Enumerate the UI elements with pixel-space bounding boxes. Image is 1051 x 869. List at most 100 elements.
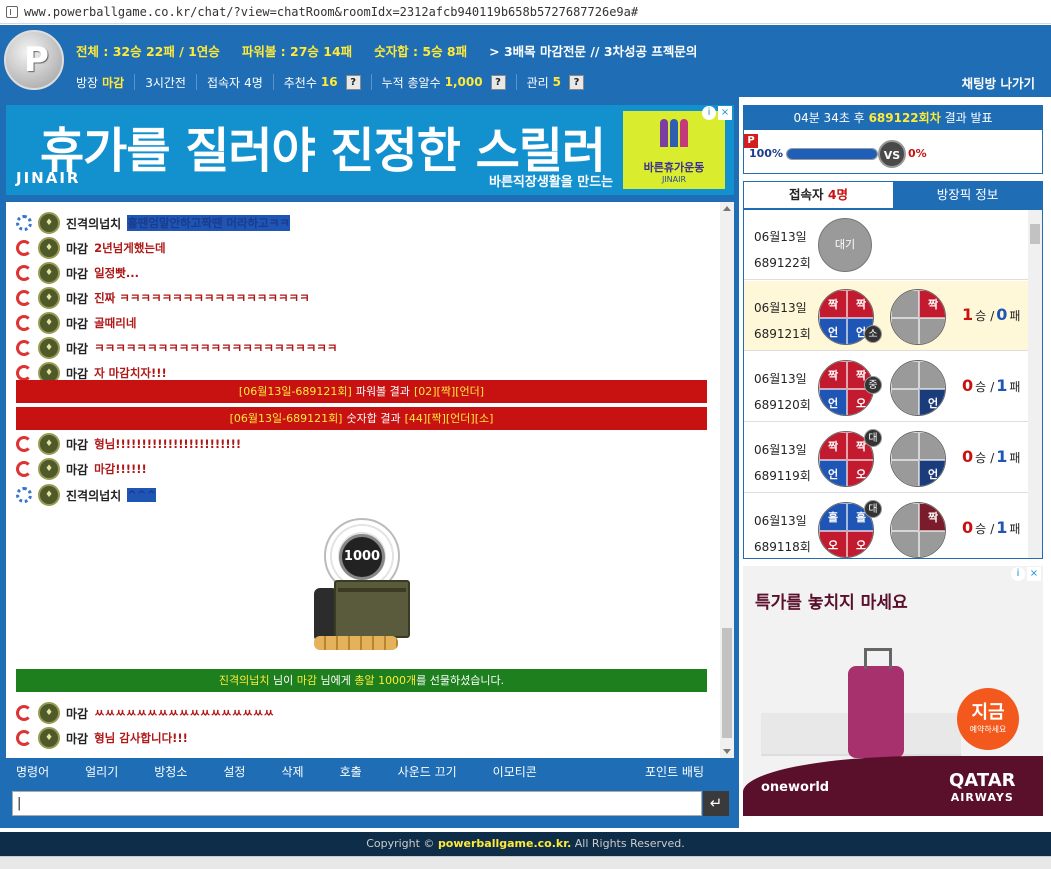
pick-losses-label: 패 [1009, 451, 1021, 465]
sum-record: 숫자합 : 5승 8패 [374, 44, 468, 59]
pick-result-cell [891, 290, 919, 318]
pick-result-cell [891, 389, 919, 415]
ammo-box-icon [334, 580, 410, 638]
chat-menu-item[interactable]: 설정 [223, 763, 245, 780]
rank-badge-icon: ♦ [38, 484, 60, 506]
chat-nick[interactable]: 마감 [66, 730, 88, 747]
people-icon [654, 119, 694, 149]
chat-message: ♦ 마감 2년넘게했는데 [16, 237, 166, 259]
pick-result-cell: 언 [919, 389, 945, 415]
chat-nick[interactable]: 마감 [66, 340, 88, 357]
pick-scroll-thumb[interactable] [1030, 224, 1040, 244]
pick-scrollbar[interactable] [1028, 210, 1042, 558]
ad-right-info-icon[interactable]: i [1011, 567, 1025, 581]
admin-level-icon [16, 461, 32, 477]
notice-number: [44] [404, 412, 428, 425]
chat-menu-item[interactable]: 호출 [340, 763, 362, 780]
chat-nick[interactable]: 진격의넙치 [66, 487, 121, 504]
pick-date-round: 689121회 [754, 327, 811, 341]
ad-campaign-box: 바른휴가운동 JINAIR [623, 111, 725, 189]
recommend-help-button[interactable]: ? [345, 74, 361, 90]
chat-nick[interactable]: 마감 [66, 436, 88, 453]
notice-body: 숫자합 결과 [346, 412, 401, 425]
ad-close-icon[interactable]: × [718, 106, 732, 120]
pick-date: 06월13일 689120회 [754, 366, 811, 418]
chat-menu-item[interactable]: 이모티콘 [493, 763, 537, 780]
pick-date-day: 06월13일 [754, 443, 807, 457]
next-result-panel: 04분 34초 후 689122회차 결과 발표 P 100% VS 0% [743, 105, 1043, 174]
chat-scrollbar[interactable] [720, 202, 734, 758]
pick-result-cell [891, 460, 919, 486]
chat-menu-item[interactable]: 방청소 [154, 763, 187, 780]
scroll-up-icon[interactable] [723, 206, 731, 211]
chat-text: 골때리네 [94, 316, 137, 330]
chat-nick[interactable]: 마감 [66, 461, 88, 478]
chat-nick[interactable]: 마감 [66, 240, 88, 257]
pick-date: 06월13일 689118회 [754, 508, 811, 558]
chat-input[interactable]: | [12, 791, 702, 816]
point-bet-button[interactable]: 포인트 배팅 [645, 763, 704, 780]
pick-row: 06월13일 689118회 홀 홀 오 오 짝 대 0 승/1 패 [744, 494, 1030, 558]
pick-circle-result: 언 [890, 431, 946, 487]
chat-text: 마감!!!!!! [94, 462, 147, 476]
pick-sep: / [990, 522, 995, 536]
ad-banner-right[interactable]: 특가를 놓치지 마세요 지금 예약하세요 oneworld QATAR AIRWAY… [743, 566, 1043, 816]
ad-controls: i × [702, 106, 732, 120]
notice-round: [06월13일-689121회] [238, 385, 352, 398]
system-result-notice: [06월13일-689121회] 파워볼 결과 [02][짝][언더] [16, 380, 707, 403]
address-bar[interactable]: www.powerballgame.co.kr/chat/?view=chatR… [0, 0, 1051, 24]
pick-score: 0 승/1 패 [962, 518, 1020, 537]
gift-image: 1000 [306, 518, 416, 658]
total-record: 전체 : 32승 22패 / 1연승 [76, 44, 220, 59]
enter-icon[interactable]: ↵ [703, 791, 729, 816]
left-percent: 100% [749, 147, 783, 160]
manage-help-button[interactable]: ? [569, 74, 585, 90]
site-logo[interactable]: P [4, 30, 64, 90]
chat-menu-item[interactable]: 삭제 [281, 763, 303, 780]
pick-score: 1 승/0 패 [962, 305, 1020, 324]
powerball-record: 파워볼 : 27승 14패 [241, 44, 353, 59]
exit-room-button[interactable]: 채팅방 나가기 [962, 73, 1035, 92]
ad-banner-top[interactable]: 휴가를 질러야 진정한 스릴러 JINAIR 바른직장생활을 만드는 바른휴가운… [6, 105, 734, 195]
pick-cell: 오 [819, 531, 847, 557]
tab-users[interactable]: 접속자 4명 [744, 182, 893, 208]
chat-message: ♦ 마감 형님 감사합니다!!! [16, 727, 188, 749]
gift-notice: 진격의넙치 님이 마감 님에게 총알 1000개를 선물하셨습니다. [16, 669, 707, 692]
scroll-thumb[interactable] [722, 628, 732, 738]
pick-wins-label: 승 [975, 380, 987, 394]
admin-level-icon [16, 315, 32, 331]
chat-text: 홀땐엄말안하고짝땐 머라하고ㅋㅋ [127, 215, 290, 231]
tab-owner-picks[interactable]: 방장픽 정보 [893, 182, 1042, 208]
chat-menu-item[interactable]: 얼리기 [85, 763, 118, 780]
chat-nick[interactable]: 마감 [66, 705, 88, 722]
chat-nick[interactable]: 마감 [66, 365, 88, 382]
chat-message: ♦ 마감 형님!!!!!!!!!!!!!!!!!!!!!!!! [16, 433, 241, 455]
chat-nick[interactable]: 마감 [66, 315, 88, 332]
chat-text: 자 마감치자!!! [94, 366, 167, 380]
notice-round: [06월13일-689121회] [229, 412, 343, 425]
bullets-help-button[interactable]: ? [490, 74, 506, 90]
pick-list[interactable]: 06월13일 689118회 홀 홀 오 오 짝 대 0 승/1 패 06월13일 689119회 짝 짝 언… [743, 209, 1043, 559]
pick-cell: 홀 [819, 503, 847, 531]
pick-cell: 언 [819, 318, 847, 344]
chat-nick[interactable]: 마감 [66, 265, 88, 282]
chat-nick[interactable]: 진격의넙치 [66, 215, 121, 232]
room-bullets: 누적 총알수 1,000? [370, 74, 516, 90]
page-icon [6, 5, 18, 18]
url-text[interactable]: www.powerballgame.co.kr/chat/?view=chatR… [24, 5, 638, 19]
chat-menu-item[interactable]: 사운드 끄기 [398, 763, 457, 780]
notice-oddeven: [짝] [436, 385, 456, 398]
room-header: P 전체 : 32승 22패 / 1연승 파워볼 : 27승 14패 숫자합 :… [0, 25, 1051, 97]
ad-info-icon[interactable]: i [702, 106, 716, 120]
powerball-badge: P [744, 134, 758, 148]
pick-cell: 짝 [847, 290, 873, 318]
chat-text: ㅆㅆㅆㅆㅆㅆㅆㅆㅆㅆㅆㅆㅆㅆㅆㅆㅆ [94, 706, 274, 720]
scroll-down-icon[interactable] [723, 749, 731, 754]
ad-right-close-icon[interactable]: × [1027, 567, 1041, 581]
chat-log[interactable]: 1000 진격의넙치 님이 마감 님에게 총알 1000개를 선물하셨습니다. … [6, 202, 734, 758]
chat-menu-item[interactable]: 명령어 [16, 763, 49, 780]
chat-message: ♦ 마감 마감!!!!!! [16, 458, 147, 480]
pick-date: 06월13일 689122회 [754, 224, 811, 276]
pick-date-day: 06월13일 [754, 230, 807, 244]
chat-nick[interactable]: 마감 [66, 290, 88, 307]
